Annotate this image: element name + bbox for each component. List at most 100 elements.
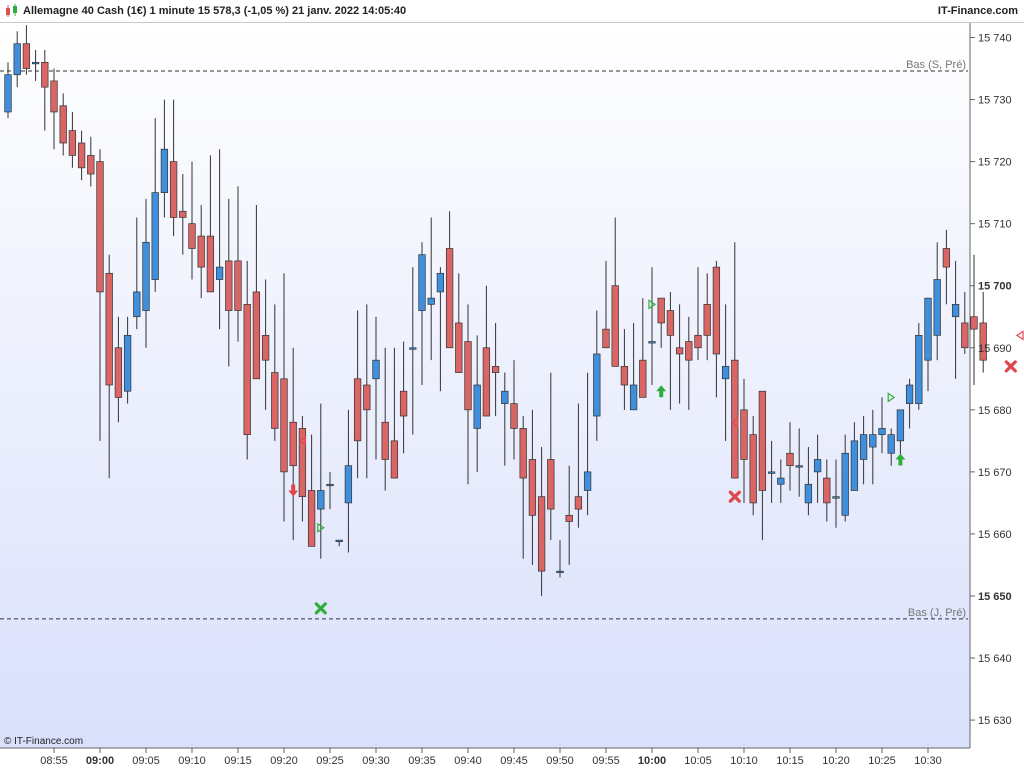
candle-down xyxy=(307,490,316,547)
candle-down xyxy=(740,409,748,460)
candle-up xyxy=(832,496,840,499)
time-tick-label: 10:05 xyxy=(684,755,712,767)
candle-down xyxy=(179,210,187,218)
candle-up xyxy=(887,434,895,454)
candle-down xyxy=(491,366,500,373)
candle-down xyxy=(657,297,665,324)
candle-up xyxy=(878,428,886,435)
time-tick-label: 09:55 xyxy=(592,755,620,767)
price-tick-label: 15 670 xyxy=(978,467,1012,479)
candle-down xyxy=(243,303,251,435)
candle-up xyxy=(335,539,343,542)
candle-up xyxy=(151,192,159,280)
candle-up xyxy=(427,297,435,305)
candle-down xyxy=(353,378,362,442)
price-tick-label: 15 710 xyxy=(978,219,1012,231)
candle-up xyxy=(648,341,656,344)
signal-cross-icon xyxy=(1004,360,1017,373)
candle-down xyxy=(105,272,113,386)
candle-down xyxy=(399,390,408,417)
candle-down xyxy=(694,335,702,349)
time-tick-label: 10:10 xyxy=(730,755,758,767)
candle-down xyxy=(252,291,261,380)
reference-level-label: Bas (J, Pré) xyxy=(908,607,966,619)
candle-down xyxy=(574,496,583,510)
candle-up xyxy=(31,61,40,65)
candle-down xyxy=(620,366,629,386)
time-tick-label: 09:10 xyxy=(178,755,206,767)
candle-down xyxy=(41,61,49,88)
candle-up xyxy=(933,279,941,336)
chart-title: Allemagne 40 Cash (1€) 1 minute 15 578,3… xyxy=(23,5,407,17)
price-tick-label: 15 730 xyxy=(978,95,1012,107)
time-tick-label: 08:55 xyxy=(40,755,68,767)
candle-up xyxy=(721,366,730,380)
price-chart[interactable]: Bas (S, Pré) Bas (J, Pré) 15 740 15 730 15 … xyxy=(0,0,1024,768)
candle-down xyxy=(188,223,196,249)
candlestick-logo-icon xyxy=(6,4,17,17)
price-tick-label: 15 720 xyxy=(978,157,1012,169)
candle-down xyxy=(390,440,399,479)
candle-down xyxy=(611,285,619,367)
candle-up xyxy=(344,465,353,504)
candle-down xyxy=(197,235,205,268)
candle-up xyxy=(951,303,960,318)
candle-down xyxy=(96,161,104,293)
candle-down xyxy=(289,421,297,467)
candle-down xyxy=(519,428,527,479)
candle-down xyxy=(59,105,67,144)
price-tick-label: 15 630 xyxy=(978,715,1012,727)
candle-down xyxy=(602,328,610,349)
candle-down xyxy=(114,347,123,398)
candle-up xyxy=(215,266,224,280)
candle-up xyxy=(924,297,932,361)
candle-down xyxy=(961,322,969,349)
candle-up xyxy=(418,254,426,311)
candle-up xyxy=(841,452,849,516)
price-tick-label: 15 700 xyxy=(978,281,1012,293)
time-tick-label: 09:20 xyxy=(270,755,298,767)
candle-down xyxy=(22,43,31,69)
time-tick-label: 09:35 xyxy=(408,755,436,767)
price-tick-label: 15 640 xyxy=(978,653,1012,665)
time-tick-label: 09:05 xyxy=(132,755,160,767)
candle-up xyxy=(905,384,914,404)
candle-up xyxy=(436,272,445,293)
candle-down xyxy=(565,514,573,522)
price-tick-label: 15 690 xyxy=(978,343,1012,355)
time-tick-label: 10:15 xyxy=(776,755,804,767)
time-tick-label: 09:45 xyxy=(500,755,528,767)
time-tick-label: 09:00 xyxy=(86,755,114,767)
candle-up xyxy=(593,353,601,417)
candle-up xyxy=(317,490,325,510)
candle-down xyxy=(206,235,215,293)
candle-down xyxy=(464,341,472,411)
candle-down xyxy=(685,341,693,361)
time-tick-label: 09:25 xyxy=(316,755,344,767)
candle-up xyxy=(795,465,803,468)
candle-up xyxy=(123,335,132,392)
chart-header: Allemagne 40 Cash (1€) 1 minute 15 578,3… xyxy=(0,0,1024,23)
candle-up xyxy=(501,390,509,404)
candle-up xyxy=(767,471,776,474)
candle-down xyxy=(381,421,389,460)
candle-up xyxy=(850,440,859,491)
candle-down xyxy=(455,322,463,373)
candle-up xyxy=(629,384,638,411)
time-tick-label: 09:30 xyxy=(362,755,390,767)
candle-up xyxy=(160,148,169,193)
candle-down xyxy=(786,452,794,467)
copyright-notice: © IT-Finance.com xyxy=(4,736,84,747)
candle-down xyxy=(363,384,371,411)
candle-up xyxy=(4,74,12,113)
candle-up xyxy=(777,477,785,485)
candle-down xyxy=(50,80,58,113)
candle-down xyxy=(261,335,270,361)
time-tick-label: 09:15 xyxy=(224,755,252,767)
reference-level-label: Bas (S, Pré) xyxy=(906,59,966,71)
candle-up xyxy=(13,43,21,76)
time-tick-label: 09:40 xyxy=(454,755,482,767)
candle-down xyxy=(87,155,95,175)
time-tick-label: 09:50 xyxy=(546,755,574,767)
candle-up xyxy=(583,471,592,491)
